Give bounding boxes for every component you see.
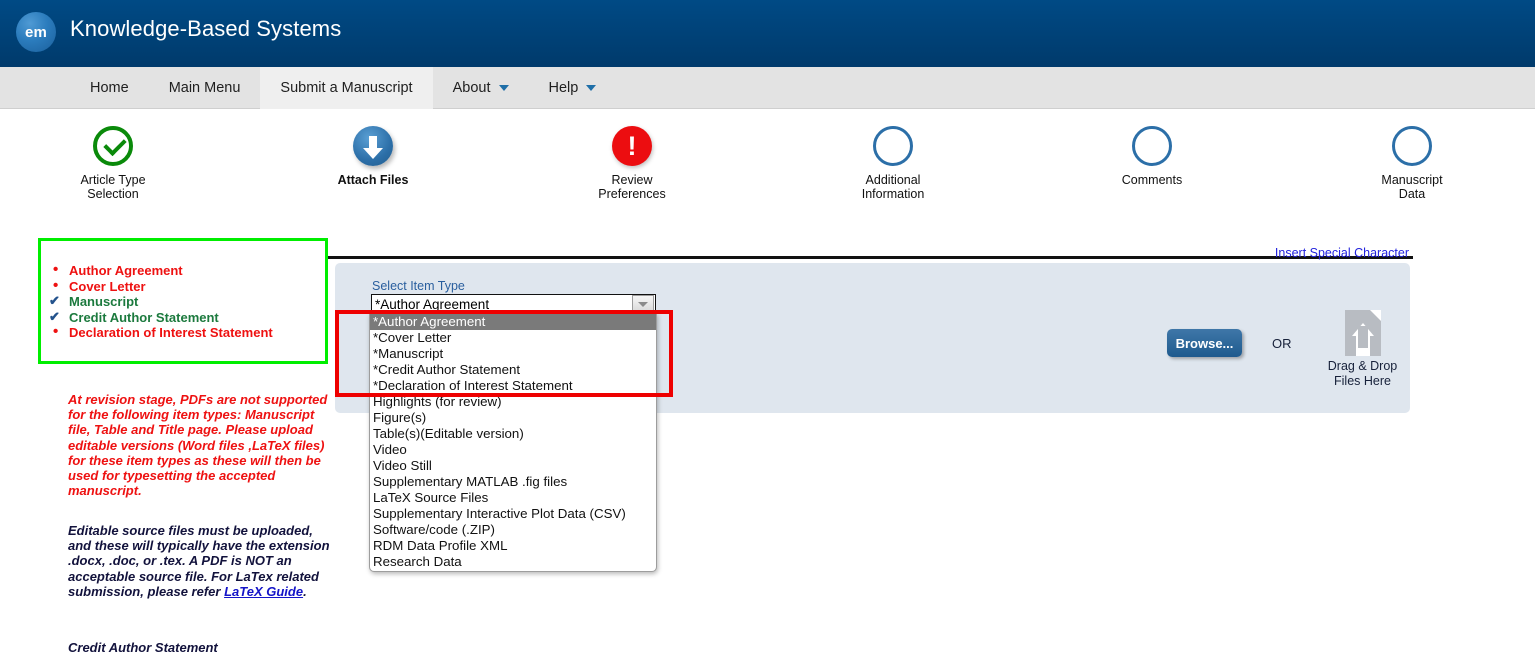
- dropdown-option[interactable]: Figure(s): [370, 410, 656, 426]
- list-item: Credit Author Statement: [41, 309, 325, 326]
- dropdown-option[interactable]: *Author Agreement: [370, 314, 656, 330]
- nav-item-label: Submit a Manuscript: [280, 80, 413, 96]
- check-circle-icon: [93, 126, 133, 166]
- step-additional-information[interactable]: Additional Information: [808, 109, 978, 201]
- dropdown-option[interactable]: Research Data: [370, 554, 656, 570]
- main-navigation: Home Main Menu Submit a Manuscript About…: [0, 67, 1535, 109]
- dropzone-label-line2: Files Here: [1334, 373, 1391, 388]
- editable-note-end: .: [303, 583, 307, 599]
- step-label-line1: Review: [611, 173, 653, 187]
- exclamation-circle-icon: !: [612, 126, 652, 166]
- step-label: Attach Files: [288, 173, 458, 187]
- drag-drop-files-zone[interactable]: Drag & Drop Files Here: [1315, 310, 1410, 388]
- em-logo-icon: em: [16, 12, 56, 52]
- submission-progress-stepper: Article Type Selection Attach Files ! Re…: [0, 109, 1535, 259]
- step-label-line2: Information: [861, 187, 925, 201]
- select-item-type-label[interactable]: Select Item Type: [372, 279, 465, 293]
- dropdown-option[interactable]: *Declaration of Interest Statement: [370, 378, 656, 394]
- item-type-dropdown-options[interactable]: *Author Agreement *Cover Letter *Manuscr…: [369, 313, 657, 572]
- browse-button[interactable]: Browse...: [1167, 329, 1242, 357]
- nav-item-label: Help: [548, 80, 579, 96]
- step-label-line1: Comments: [1121, 173, 1183, 187]
- page-title: Knowledge-Based Systems: [70, 16, 342, 41]
- step-article-type-selection[interactable]: Article Type Selection: [28, 109, 198, 201]
- item-type-selected-value: *Author Agreement: [375, 296, 490, 312]
- step-label-line1: Additional: [865, 173, 921, 187]
- nav-item-list: Home Main Menu Submit a Manuscript About…: [70, 67, 616, 109]
- dropzone-label-line1: Drag & Drop: [1327, 359, 1398, 373]
- step-label: Review Preferences: [547, 173, 717, 201]
- step-label-line1: Attach Files: [337, 173, 409, 187]
- dropdown-option[interactable]: Supplementary Interactive Plot Data (CSV…: [370, 506, 656, 522]
- required-items-list: Author Agreement Cover Letter Manuscript…: [41, 241, 325, 341]
- dropdown-option[interactable]: Video: [370, 442, 656, 458]
- chevron-down-icon: [586, 85, 597, 91]
- list-item: Author Agreement: [41, 262, 325, 279]
- nav-item-label: About: [452, 80, 491, 96]
- nav-item-submit-a-manuscript[interactable]: Submit a Manuscript: [260, 67, 433, 109]
- required-items-checklist-box: Author Agreement Cover Letter Manuscript…: [38, 238, 328, 364]
- credit-author-statement-heading: Credit Author Statement: [68, 640, 218, 655]
- dropdown-option[interactable]: Highlights (for review): [370, 394, 656, 410]
- download-arrow-icon: [353, 126, 393, 166]
- list-item: Manuscript: [41, 293, 325, 310]
- step-label-line2: Preferences: [598, 187, 666, 201]
- nav-item-home[interactable]: Home: [70, 67, 149, 109]
- insert-special-character-link[interactable]: Insert Special Character: [1275, 246, 1409, 260]
- dropzone-label: Drag & Drop Files Here: [1315, 359, 1410, 388]
- nav-item-about[interactable]: About: [433, 67, 529, 109]
- dropdown-option[interactable]: Table(s)(Editable version): [370, 426, 656, 442]
- dropdown-option[interactable]: Software/code (.ZIP): [370, 522, 656, 538]
- editable-source-files-note: Editable source files must be uploaded, …: [68, 523, 330, 599]
- or-separator-label: OR: [1272, 336, 1292, 351]
- empty-circle-icon: [873, 126, 913, 166]
- dropdown-option[interactable]: LaTeX Source Files: [370, 490, 656, 506]
- file-upload-icon: [1344, 310, 1381, 356]
- dropdown-option[interactable]: *Manuscript: [370, 346, 656, 362]
- empty-circle-icon: [1392, 126, 1432, 166]
- step-label: Comments: [1067, 173, 1237, 187]
- step-label-line1: Manuscript: [1381, 173, 1443, 187]
- step-review-preferences[interactable]: ! Review Preferences: [547, 109, 717, 201]
- step-label: Manuscript Data: [1327, 173, 1497, 201]
- step-label-line1: Article Type: [80, 173, 146, 187]
- empty-circle-icon: [1132, 126, 1172, 166]
- step-label-line2: Data: [1398, 187, 1426, 201]
- nav-item-label: Home: [90, 80, 129, 96]
- list-item: Declaration of Interest Statement: [41, 324, 325, 341]
- nav-item-main-menu[interactable]: Main Menu: [149, 67, 261, 109]
- app-header: em Knowledge-Based Systems: [0, 0, 1535, 67]
- step-label-line2: Selection: [87, 187, 139, 201]
- dropdown-option[interactable]: *Cover Letter: [370, 330, 656, 346]
- item-type-select[interactable]: *Author Agreement: [371, 294, 656, 314]
- step-comments[interactable]: Comments: [1067, 109, 1237, 187]
- list-item: Cover Letter: [41, 278, 325, 295]
- step-label: Additional Information: [808, 173, 978, 201]
- dropdown-option[interactable]: Video Still: [370, 458, 656, 474]
- dropdown-option[interactable]: *Credit Author Statement: [370, 362, 656, 378]
- chevron-down-icon: [498, 85, 509, 91]
- nav-item-label: Main Menu: [168, 80, 241, 96]
- nav-item-help[interactable]: Help: [529, 67, 617, 109]
- step-attach-files[interactable]: Attach Files: [288, 109, 458, 187]
- latex-guide-link[interactable]: LaTeX Guide: [224, 584, 303, 599]
- dropdown-option[interactable]: RDM Data Profile XML: [370, 538, 656, 554]
- chevron-down-icon[interactable]: [632, 295, 654, 313]
- dropdown-option[interactable]: Supplementary MATLAB .fig files: [370, 474, 656, 490]
- step-label: Article Type Selection: [28, 173, 198, 201]
- step-manuscript-data[interactable]: Manuscript Data: [1327, 109, 1497, 201]
- revision-pdf-warning-text: At revision stage, PDFs are not supporte…: [68, 392, 328, 499]
